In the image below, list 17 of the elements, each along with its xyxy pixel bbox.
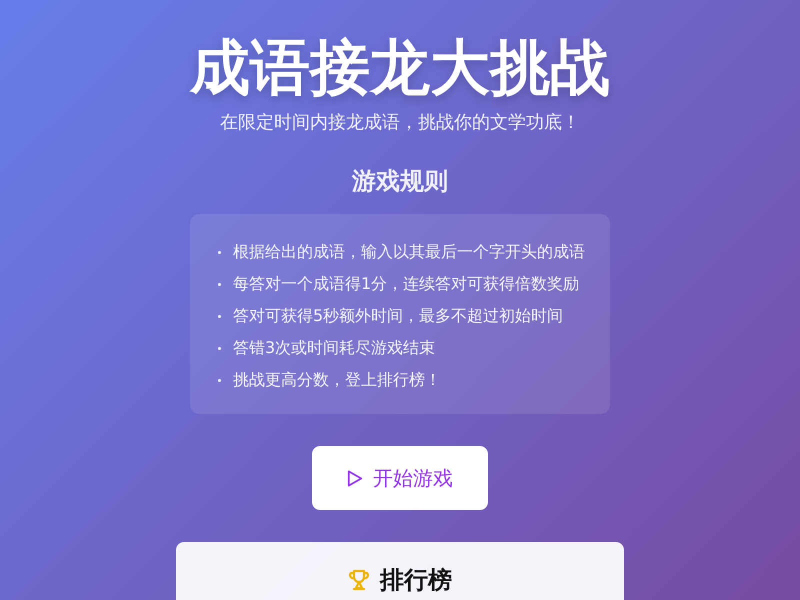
bullet-icon xyxy=(218,346,221,350)
trophy-icon xyxy=(348,569,370,591)
rule-text: 答对可获得5秒额外时间，最多不超过初始时间 xyxy=(233,305,564,327)
bullet-icon xyxy=(218,282,221,286)
rule-text: 每答对一个成语得1分，连续答对可获得倍数奖励 xyxy=(233,273,580,295)
rules-heading: 游戏规则 xyxy=(352,166,448,196)
play-icon xyxy=(347,468,363,488)
bullet-icon xyxy=(218,314,221,318)
rule-text: 挑战更高分数，登上排行榜！ xyxy=(233,369,441,391)
start-game-button[interactable]: 开始游戏 xyxy=(312,446,488,510)
rule-text: 根据给出的成语，输入以其最后一个字开头的成语 xyxy=(233,241,585,263)
leaderboard-heading: 排行榜 xyxy=(380,565,452,596)
page-subtitle: 在限定时间内接龙成语，挑战你的文学功底！ xyxy=(220,111,580,135)
bullet-icon xyxy=(218,250,221,254)
bullet-icon xyxy=(218,378,221,382)
page-title: 成语接龙大挑战 xyxy=(190,32,610,105)
rule-text: 答错3次或时间耗尽游戏结束 xyxy=(233,337,436,359)
